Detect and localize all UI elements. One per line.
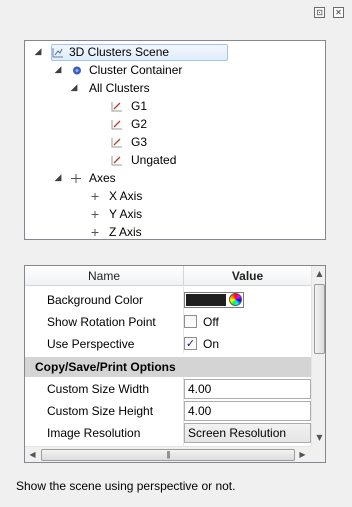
color-swatch [186,294,226,306]
tree-item-g1[interactable]: G1 [111,98,231,115]
tree-item-label: G3 [131,135,148,149]
axis-icon [91,229,99,236]
tree-item-y-axis[interactable]: Y Axis [89,206,229,223]
tree-item-label: Ungated [131,153,177,167]
prop-image-resolution[interactable]: Image Resolution Screen Resolution [25,422,311,444]
scroll-down-icon[interactable]: ▼ [312,430,325,445]
axes-icon [71,174,81,183]
tree-item-x-axis[interactable]: X Axis [89,188,229,205]
prop-use-perspective[interactable]: Use Perspective ✓ On [25,333,311,355]
category-copy-save-print[interactable]: Copy/Save/Print Options [25,357,311,377]
prop-label: Show Rotation Point [47,315,156,329]
image-resolution-select[interactable]: Screen Resolution [184,423,311,443]
prop-show-rotation-point[interactable]: Show Rotation Point Off [25,311,311,333]
tree-item-g3[interactable]: G3 [111,134,231,151]
vertical-scrollbar[interactable]: ▲ ▼ [311,266,325,446]
tree-item-axes[interactable]: ◢ Axes [51,170,251,187]
prop-custom-size-width[interactable]: Custom Size Width 4.00 [25,378,311,400]
tree-item-label: All Clusters [89,81,150,95]
value-column-header[interactable]: Value [184,266,311,286]
custom-size-width-input[interactable]: 4.00 [184,379,311,399]
tree-item-label: G1 [131,99,148,113]
scroll-left-icon[interactable]: ◀ [25,447,40,462]
vertical-scroll-thumb[interactable] [314,284,325,354]
tree-item-3d-clusters-scene[interactable]: ◢ 3D Clusters Scene [31,44,231,61]
axis-icon [91,193,99,200]
gate-icon [111,102,122,112]
grid-header: Name Value [25,266,311,286]
prop-custom-size-height[interactable]: Custom Size Height 4.00 [25,400,311,422]
prop-label: Use Perspective [47,337,135,351]
tree-item-g2[interactable]: G2 [111,116,231,133]
horizontal-scrollbar[interactable]: ◀ ||| ▶ [25,446,311,462]
tree-item-z-axis[interactable]: Z Axis [89,224,229,239]
scrollbar-corner [311,446,325,462]
prop-label: Custom Size Width [47,382,150,396]
name-column-header[interactable]: Name [25,266,183,286]
tree-item-label: G2 [131,117,148,131]
axis-icon [91,211,99,218]
close-icon[interactable]: ✕ [333,7,344,18]
prop-label: Custom Size Height [47,404,154,418]
container-icon [73,66,81,75]
scroll-up-icon[interactable]: ▲ [312,266,325,281]
horizontal-scroll-thumb[interactable]: ||| [41,449,295,461]
scene-tree[interactable]: ◢ 3D Clusters Scene ◢ Cluster Container … [24,40,326,240]
property-grid[interactable]: Name Value Background Color Show Rotatio… [24,265,326,463]
tree-item-ungated[interactable]: Ungated [111,152,231,169]
tree-item-label: Axes [89,171,116,185]
pin-icon[interactable]: ⊡ [314,7,325,18]
gate-icon [111,138,122,148]
tree-item-cluster-container[interactable]: ◢ Cluster Container [51,62,251,79]
prop-label: Background Color [47,293,144,307]
scene-icon [52,48,63,58]
use-perspective-checkbox[interactable]: ✓ [184,337,197,350]
collapse-arrow-icon[interactable]: ◢ [53,170,63,187]
collapse-arrow-icon[interactable]: ◢ [53,62,63,79]
gate-icon [111,120,122,130]
show-rotation-point-checkbox[interactable] [184,315,197,328]
tree-item-label: Cluster Container [89,63,183,77]
color-picker[interactable] [184,292,244,308]
checkbox-state-label: On [203,337,220,351]
collapse-arrow-icon[interactable]: ◢ [69,80,79,97]
scroll-right-icon[interactable]: ▶ [295,447,310,462]
tree-item-label: Y Axis [109,207,143,221]
tree-item-label: X Axis [109,189,143,203]
custom-size-height-input[interactable]: 4.00 [184,401,311,421]
tree-item-label: Z Axis [109,225,142,239]
color-wheel-icon[interactable] [229,293,242,306]
collapse-arrow-icon[interactable]: ◢ [33,44,43,61]
gate-icon [111,156,122,166]
prop-label: Image Resolution [47,426,141,440]
tree-item-label: 3D Clusters Scene [69,45,170,59]
prop-background-color[interactable]: Background Color [25,289,311,311]
checkbox-state-label: Off [203,315,219,329]
tree-item-all-clusters[interactable]: ◢ All Clusters [67,80,267,97]
property-description: Show the scene using perspective or not. [16,479,236,493]
